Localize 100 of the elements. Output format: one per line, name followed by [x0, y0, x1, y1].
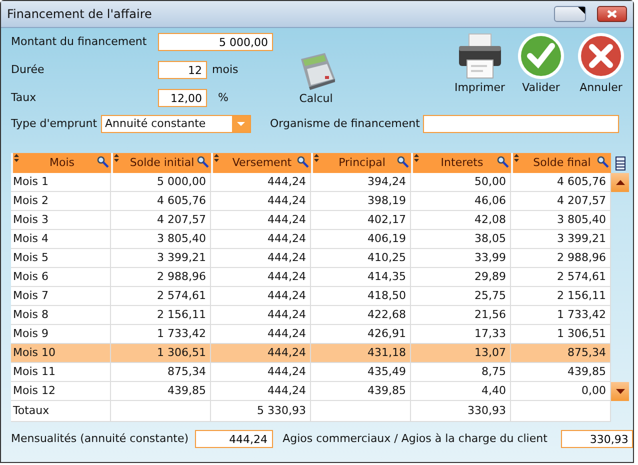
table-cell: 444,24	[211, 268, 311, 287]
close-icon	[606, 9, 618, 19]
table-cell: Mois 9	[11, 325, 111, 344]
table-cell: 444,24	[211, 325, 311, 344]
cancel-button[interactable]: Annuler	[577, 32, 625, 107]
table-cell: 5 330,93	[211, 401, 311, 422]
table-cell: 435,49	[311, 363, 411, 382]
table-cell: 25,75	[411, 287, 511, 306]
table-cell: 444,24	[211, 230, 311, 249]
table-cell: Mois 1	[11, 173, 111, 192]
input-field[interactable]	[422, 115, 619, 133]
table-cell: 422,68	[311, 306, 411, 325]
table-cell: Mois 4	[11, 230, 111, 249]
field-label: Type d'emprunt	[11, 116, 98, 132]
table-cell: Mois 5	[11, 249, 111, 268]
column-header[interactable]: Principal	[311, 153, 411, 173]
table-cell: 431,18	[311, 344, 411, 363]
close-button[interactable]	[597, 6, 627, 22]
table-cell: 8,75	[411, 363, 511, 382]
table-cell: Mois 11	[11, 363, 111, 382]
search-icon	[497, 156, 509, 168]
sort-icon	[514, 154, 519, 162]
table-cell: Totaux	[11, 401, 111, 422]
window-title: Financement de l'affaire	[7, 6, 153, 23]
table-cell: Mois 3	[11, 211, 111, 230]
table-cell: 1 733,42	[111, 325, 211, 344]
corner-icon	[577, 7, 585, 14]
loan-type-dropdown[interactable]: Annuité constante	[101, 115, 252, 133]
scroll-up-button[interactable]	[611, 173, 629, 192]
input-field[interactable]: 444,24	[194, 430, 273, 448]
table-cell: 4 605,76	[111, 192, 211, 211]
table-cell: 439,85	[111, 382, 211, 401]
field-label: Agios commerciaux / Agios à la charge du client	[282, 430, 548, 447]
table-cell: Mois 8	[11, 306, 111, 325]
column-header[interactable]: Versement	[211, 153, 311, 173]
check-icon	[517, 32, 565, 80]
table-cell: 444,24	[211, 211, 311, 230]
table-cell: Mois 10	[11, 344, 111, 363]
table-cell: 444,24	[211, 249, 311, 268]
window-menu-button[interactable]	[554, 6, 586, 22]
table-cell: 46,06	[411, 192, 511, 211]
cross-icon	[577, 32, 625, 80]
table-cell: 444,24	[211, 382, 311, 401]
print-button[interactable]: Imprimer	[454, 32, 505, 107]
table-cell: 3 805,40	[111, 230, 211, 249]
table-cell: 3 399,21	[111, 249, 211, 268]
table-cell: 402,17	[311, 211, 411, 230]
table-cell: 875,34	[511, 344, 611, 363]
table-cell: 42,08	[411, 211, 511, 230]
column-header[interactable]: Mois	[11, 153, 111, 173]
table-cell: Mois 12	[11, 382, 111, 401]
table-cell: 17,33	[411, 325, 511, 344]
input-field[interactable]: 12	[158, 61, 207, 79]
field-label: Mensualités (annuité constante)	[11, 430, 189, 447]
search-icon	[397, 156, 409, 168]
table-cell: 2 156,11	[511, 287, 611, 306]
table-cell: 444,24	[211, 287, 311, 306]
table-cell: Mois 7	[11, 287, 111, 306]
table-cell: 1 733,42	[511, 306, 611, 325]
table-cell: 444,24	[211, 363, 311, 382]
table-cell: 13,07	[411, 344, 511, 363]
table-cell: 4 207,57	[511, 192, 611, 211]
field-label: Montant du financement	[11, 34, 148, 50]
table-cell: Mois 6	[11, 268, 111, 287]
table-cell: 3 399,21	[511, 230, 611, 249]
column-header[interactable]: Solde initial	[111, 153, 211, 173]
table-cell: 29,89	[411, 268, 511, 287]
table-cell: 398,19	[311, 192, 411, 211]
table-cell: 2 574,61	[111, 287, 211, 306]
table-cell: 439,85	[511, 363, 611, 382]
search-icon	[597, 156, 609, 168]
validate-button[interactable]: Valider	[517, 32, 565, 107]
table-cell: 4 207,57	[111, 211, 211, 230]
table-cell: 1 306,51	[511, 325, 611, 344]
table-cell: 875,34	[111, 363, 211, 382]
sort-icon	[414, 154, 419, 162]
input-field[interactable]: 12,00	[158, 89, 207, 107]
scroll-down-button[interactable]	[611, 382, 629, 401]
table-cell: 444,24	[211, 192, 311, 211]
table-cell: 2 988,96	[111, 268, 211, 287]
search-icon	[197, 156, 209, 168]
table-cell: Mois 2	[11, 192, 111, 211]
table-cell: 410,25	[311, 249, 411, 268]
table-cell: 444,24	[211, 173, 311, 192]
table-cell: 439,85	[311, 382, 411, 401]
table-cell: 50,00	[411, 173, 511, 192]
table-cell: 2 156,11	[111, 306, 211, 325]
table-cell: 21,56	[411, 306, 511, 325]
input-field[interactable]: 330,93	[561, 430, 634, 448]
input-field[interactable]: 5 000,00	[158, 33, 273, 51]
column-header[interactable]: Solde final	[511, 153, 611, 173]
column-header[interactable]: Interets	[411, 153, 511, 173]
table-cell: 33,99	[411, 249, 511, 268]
field-label: Organisme de financement	[270, 116, 420, 132]
unit-label: mois	[212, 62, 238, 78]
calculate-button[interactable]: Calcul	[295, 48, 337, 107]
caret-icon	[616, 180, 624, 185]
search-icon	[297, 156, 309, 168]
table-cell: 4,40	[411, 382, 511, 401]
table-cell: 330,93	[411, 401, 511, 422]
